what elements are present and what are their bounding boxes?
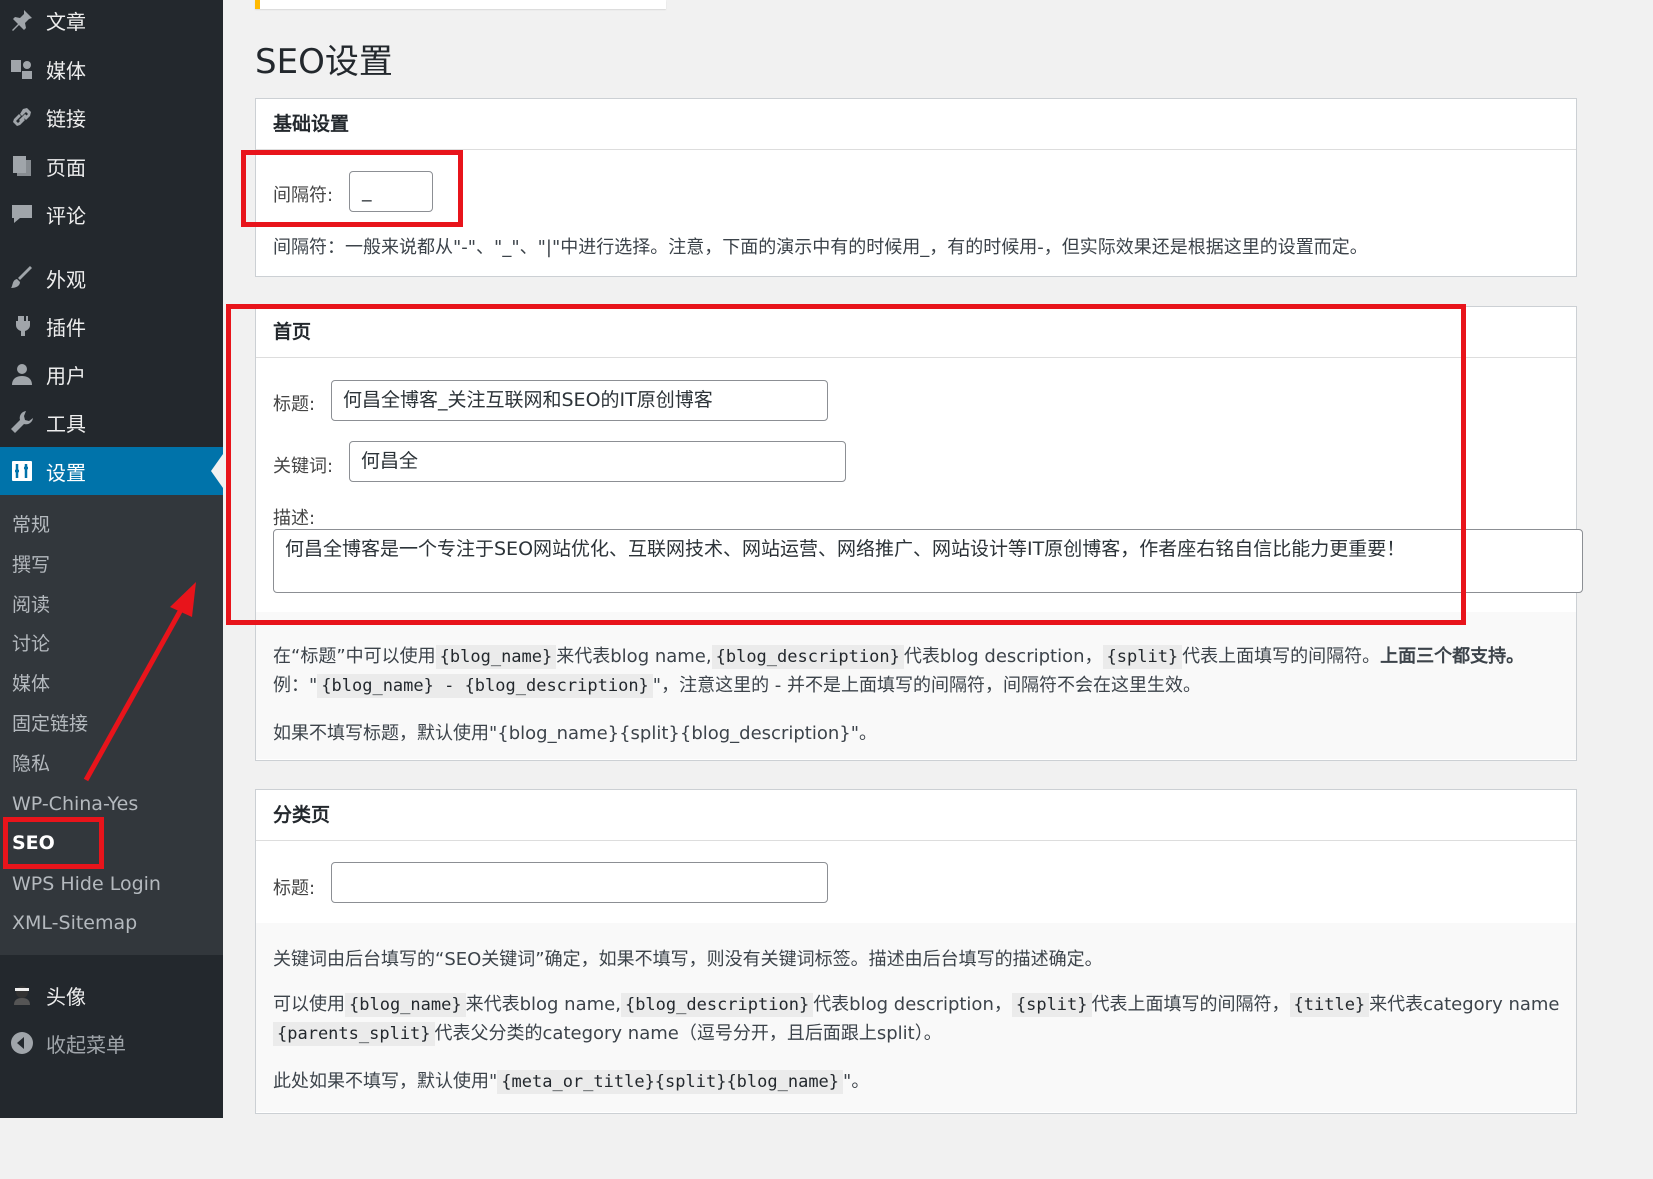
category-help-line-2: 可以使用 {blog_name} 来代表blog name, {blog_descri… <box>273 993 1560 1017</box>
menu-label: 文章 <box>46 9 86 34</box>
settings-submenu: 常规 撰写 阅读 讨论 媒体 固定链接 隐私 WP-China-Yes SEO … <box>0 495 223 955</box>
category-title-input[interactable] <box>331 862 828 903</box>
home-keywords-input[interactable]: 何昌全 <box>349 441 846 482</box>
link-icon <box>9 104 35 130</box>
submenu-writing[interactable]: 撰写 <box>12 545 50 585</box>
submenu-wp-china-yes[interactable]: WP-China-Yes <box>12 784 138 824</box>
menu-label: 用户 <box>46 363 86 388</box>
menu-label: 评论 <box>46 203 86 228</box>
menu-label: 链接 <box>46 106 86 131</box>
menu-label: 媒体 <box>46 58 86 83</box>
home-title-label: 标题: <box>273 394 316 415</box>
section-heading: 首页 <box>256 307 1576 358</box>
media-icon <box>9 56 35 82</box>
menu-item-media[interactable]: 媒体 <box>0 45 223 93</box>
admin-notice <box>255 0 666 9</box>
submenu-media[interactable]: 媒体 <box>12 664 50 704</box>
category-section: 分类页 标题: 关键词由后台填写的“SEO关键词”确定，如果不填写，则没有关键词… <box>255 789 1577 1114</box>
category-help-area: 关键词由后台填写的“SEO关键词”确定，如果不填写，则没有关键词标签。描述由后台… <box>256 923 1576 1112</box>
home-help-line-1: 在“标题”中可以使用 {blog_name} 来代表blog name, {blog_… <box>273 645 1525 669</box>
menu-item-tools[interactable]: 工具 <box>0 398 223 446</box>
wrench-icon <box>9 409 35 435</box>
collapse-icon <box>9 1030 35 1056</box>
homepage-section: 首页 标题: 何昌全博客_关注互联网和SEO的IT原创博客 关键词: 何昌全 描… <box>255 306 1583 761</box>
current-indicator-arrow <box>211 454 223 488</box>
submenu-seo[interactable]: SEO <box>12 823 55 863</box>
comment-icon <box>9 201 35 227</box>
menu-item-avatar[interactable]: 头像 <box>0 971 223 1019</box>
section-heading: 分类页 <box>256 790 1576 841</box>
menu-label: 设置 <box>46 460 86 485</box>
home-description-label: 描述: <box>273 508 316 529</box>
menu-item-appearance[interactable]: 外观 <box>0 254 223 302</box>
separator-input[interactable]: _ <box>349 171 433 212</box>
submenu-xml-sitemap[interactable]: XML-Sitemap <box>12 903 137 943</box>
menu-label: 插件 <box>46 315 86 340</box>
menu-label: 外观 <box>46 267 86 292</box>
basic-settings-section: 基础设置 间隔符: _ 间隔符：一般来说都从"-"、"_"、"|"中进行选择。注… <box>255 98 1577 277</box>
menu-label: 工具 <box>46 411 86 436</box>
page-icon <box>9 153 35 179</box>
menu-label: 头像 <box>46 984 86 1009</box>
menu-label: 收起菜单 <box>46 1032 126 1057</box>
avatar-icon <box>9 982 35 1008</box>
menu-item-plugins[interactable]: 插件 <box>0 302 223 350</box>
submenu-general[interactable]: 常规 <box>12 505 50 545</box>
home-help-area: 在“标题”中可以使用 {blog_name} 来代表blog name, {blog_… <box>256 612 1576 759</box>
menu-item-comments[interactable]: 评论 <box>0 190 223 238</box>
home-title-input[interactable]: 何昌全博客_关注互联网和SEO的IT原创博客 <box>331 380 828 421</box>
page-title: SEO设置 <box>255 42 393 82</box>
pin-icon <box>9 7 35 33</box>
separator-help-text: 间隔符：一般来说都从"-"、"_"、"|"中进行选择。注意，下面的演示中有的时候… <box>273 237 1368 258</box>
category-help-line-4: 此处如果不填写，默认使用" {meta_or_title}{split}{blog… <box>273 1070 870 1094</box>
category-title-label: 标题: <box>273 878 316 899</box>
home-help-line-3: 如果不填写标题，默认使用"{blog_name}{split}{blog_des… <box>273 723 877 744</box>
menu-item-links[interactable]: 链接 <box>0 93 223 141</box>
home-keywords-label: 关键词: <box>273 456 334 477</box>
plugin-icon <box>9 313 35 339</box>
home-help-line-2: 例：" {blog_name} - {blog_description} "，注意这… <box>273 674 1202 698</box>
menu-item-users[interactable]: 用户 <box>0 350 223 398</box>
submenu-wps-hide-login[interactable]: WPS Hide Login <box>12 864 161 904</box>
menu-item-posts[interactable]: 文章 <box>0 0 223 44</box>
brush-icon <box>9 265 35 291</box>
admin-sidebar: 文章 媒体 链接 页面 评论 外观 插件 用户 工具 设置 常规 撰写 阅读 讨… <box>0 0 223 1118</box>
category-help-line-1: 关键词由后台填写的“SEO关键词”确定，如果不填写，则没有关键词标签。描述由后台… <box>273 949 1103 970</box>
settings-icon <box>9 458 35 484</box>
submenu-permalinks[interactable]: 固定链接 <box>12 704 88 744</box>
home-description-textarea[interactable]: 何昌全博客是一个专注于SEO网站优化、互联网技术、网站运营、网络推广、网站设计等… <box>273 529 1583 593</box>
user-icon <box>9 361 35 387</box>
menu-item-settings[interactable]: 设置 <box>0 447 223 495</box>
submenu-discussion[interactable]: 讨论 <box>12 624 50 664</box>
submenu-reading[interactable]: 阅读 <box>12 585 50 625</box>
menu-item-pages[interactable]: 页面 <box>0 142 223 190</box>
menu-label: 页面 <box>46 155 86 180</box>
submenu-privacy[interactable]: 隐私 <box>12 744 50 784</box>
section-heading: 基础设置 <box>256 99 1576 150</box>
category-help-line-3: {parents_split} 代表父分类的category name（逗号分开，… <box>273 1019 942 1046</box>
separator-label: 间隔符: <box>273 185 334 206</box>
collapse-menu-button[interactable]: 收起菜单 <box>0 1019 223 1067</box>
